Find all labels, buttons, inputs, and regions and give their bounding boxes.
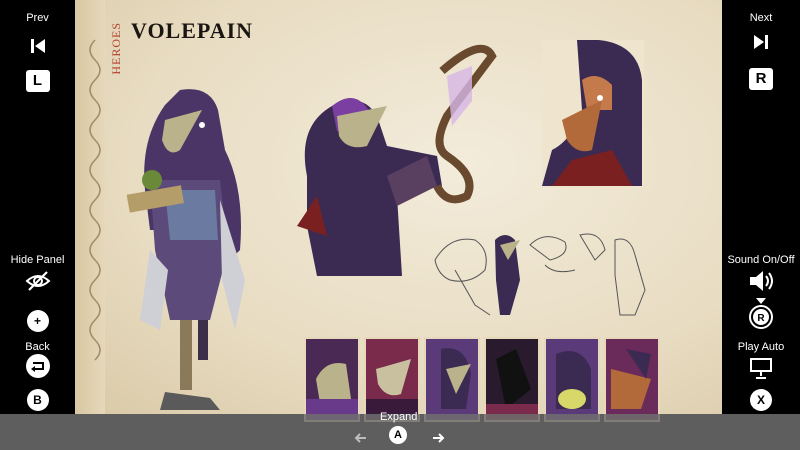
ornamental-border [75,0,105,414]
sound-key[interactable]: R [722,296,800,333]
back-button[interactable] [0,354,75,381]
arrow-right-icon[interactable] [431,431,445,445]
sound-label: Sound On/Off [727,254,795,266]
artbook-page: HEROES VOLEPAIN [75,0,722,422]
next-label: Next [749,12,773,24]
prev-button[interactable] [0,36,75,59]
thumbnail-card-3[interactable] [424,337,480,422]
prev-label: Prev [26,12,49,24]
volepain-sketch-studies [434,233,646,316]
volepain-portrait-art [542,40,644,188]
prev-key[interactable]: L [25,70,50,92]
thumbnail-card-4[interactable] [484,337,540,422]
skip-forward-icon[interactable] [751,32,771,52]
volepain-full-body-art [126,89,245,410]
sound-button[interactable] [722,268,800,297]
next-key[interactable]: R [749,68,773,90]
presentation-icon[interactable] [748,357,774,379]
back-label: Back [25,341,50,353]
hide-panel-label: Hide Panel [10,254,65,266]
plus-icon[interactable]: + [26,310,49,332]
thumbnail-card-6[interactable] [604,337,660,422]
page-title: VOLEPAIN [131,18,254,43]
expand-key[interactable]: A [389,426,407,444]
speaker-icon[interactable] [746,268,776,294]
next-button[interactable] [722,32,800,55]
expand-label: Expand [380,411,418,423]
arrow-left-icon[interactable] [354,431,368,445]
right-stick-press-icon[interactable]: R [748,296,774,330]
back-key[interactable]: B [26,389,49,411]
svg-text:R: R [757,313,765,324]
thumbnail-card-2[interactable] [364,337,420,422]
thumbnail-card-1[interactable] [304,337,360,422]
eye-off-icon[interactable] [25,270,51,292]
play-auto-label: Play Auto [737,341,785,353]
skip-back-icon[interactable] [28,36,48,56]
category-label: HEROES [109,22,123,75]
hide-panel-button[interactable] [0,270,75,295]
left-panel: Prev L Hide Panel + Back B [0,0,75,450]
right-panel: Next R Sound On/Off R Play Auto X [722,0,800,450]
play-auto-button[interactable] [722,357,800,382]
return-icon[interactable] [25,354,51,378]
thumbnail-card-5[interactable] [544,337,600,422]
play-auto-key[interactable]: X [750,389,772,411]
